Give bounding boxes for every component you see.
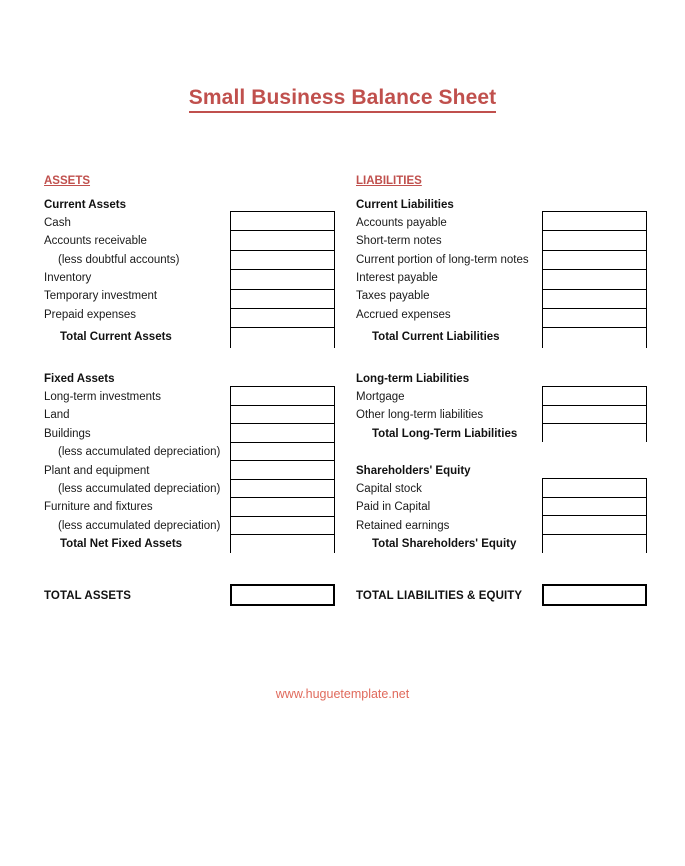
row-label-accounts-payable: Accounts payable — [356, 217, 447, 229]
row-label-capital-stock: Capital stock — [356, 483, 422, 495]
row-label-current-portion-notes: Current portion of long-term notes — [356, 254, 529, 266]
input-total-current-liabilities[interactable] — [543, 328, 646, 349]
row-label-retained-earnings: Retained earnings — [356, 520, 450, 532]
row-label-furniture-and-fixtures: Furniture and fixtures — [44, 501, 153, 513]
row-label-land: Land — [44, 409, 70, 421]
group-heading-current-liabilities: Current Liabilities — [356, 199, 454, 211]
input-temporary-investment[interactable] — [231, 289, 334, 309]
row-label-total-current-assets: Total Current Assets — [60, 331, 172, 343]
input-land[interactable] — [231, 405, 334, 424]
row-label-paid-in-capital: Paid in Capital — [356, 501, 431, 513]
input-furniture-and-fixtures[interactable] — [231, 498, 334, 517]
input-total-assets[interactable] — [230, 584, 335, 606]
row-label-plant-depreciation: (less accumulated depreciation) — [58, 483, 221, 495]
input-less-doubtful-accounts[interactable] — [231, 250, 334, 271]
input-mortgage[interactable] — [543, 387, 646, 406]
row-label-total-shareholders-equity: Total Shareholders' Equity — [372, 538, 517, 550]
footer-url[interactable]: www.huguetemplate.net — [0, 687, 685, 701]
grand-total-label-liabilities-equity: TOTAL LIABILITIES & EQUITY — [356, 590, 523, 602]
input-capital-stock[interactable] — [543, 479, 646, 498]
input-buildings[interactable] — [231, 424, 334, 443]
row-label-buildings: Buildings — [44, 428, 91, 440]
input-buildings-depreciation[interactable] — [231, 442, 334, 461]
balance-sheet-page: Small Business Balance Sheet ASSETS Curr… — [0, 0, 685, 866]
grand-total-label-assets: TOTAL ASSETS — [44, 590, 132, 602]
row-label-interest-payable: Interest payable — [356, 272, 438, 284]
input-accrued-expenses[interactable] — [543, 308, 646, 329]
group-heading-shareholders-equity: Shareholders' Equity — [356, 465, 471, 477]
input-current-portion-notes[interactable] — [543, 250, 646, 271]
row-label-mortgage: Mortgage — [356, 391, 405, 403]
input-stack-long-term-liabilities — [542, 386, 647, 443]
input-prepaid-expenses[interactable] — [231, 308, 334, 329]
group-heading-current-assets: Current Assets — [44, 199, 127, 211]
group-heading-long-term-liabilities: Long-term Liabilities — [356, 373, 470, 385]
input-furniture-depreciation[interactable] — [231, 516, 334, 535]
input-other-long-term-liabilities[interactable] — [543, 405, 646, 424]
input-stack-current-liabilities — [542, 211, 647, 349]
input-accounts-payable[interactable] — [543, 212, 646, 232]
row-label-buildings-depreciation: (less accumulated depreciation) — [58, 446, 221, 458]
input-total-shareholders-equity[interactable] — [543, 534, 646, 554]
row-label-accounts-receivable: Accounts receivable — [44, 235, 147, 247]
input-stack-current-assets — [230, 211, 335, 349]
input-plant-depreciation[interactable] — [231, 479, 334, 498]
input-accounts-receivable[interactable] — [231, 231, 334, 251]
row-label-total-long-term-liabilities: Total Long-Term Liabilities — [372, 428, 518, 440]
row-label-plant-and-equipment: Plant and equipment — [44, 465, 150, 477]
input-plant-and-equipment[interactable] — [231, 461, 334, 480]
row-label-long-term-investments: Long-term investments — [44, 391, 161, 403]
input-stack-shareholders-equity — [542, 478, 647, 554]
input-total-current-assets[interactable] — [231, 328, 334, 349]
row-label-inventory: Inventory — [44, 272, 92, 284]
input-total-net-fixed-assets[interactable] — [231, 535, 334, 554]
row-label-short-term-notes: Short-term notes — [356, 235, 442, 247]
input-stack-fixed-assets — [230, 386, 335, 554]
group-heading-fixed-assets: Fixed Assets — [44, 373, 115, 385]
input-long-term-investments[interactable] — [231, 387, 334, 406]
row-label-accrued-expenses: Accrued expenses — [356, 309, 451, 321]
input-cash[interactable] — [231, 212, 334, 232]
row-label-furniture-depreciation: (less accumulated depreciation) — [58, 520, 221, 532]
liabilities-column: LIABILITIES Current Liabilities Accounts… — [356, 0, 666, 866]
input-total-liabilities-equity[interactable] — [542, 584, 647, 606]
input-inventory[interactable] — [231, 270, 334, 290]
row-label-other-long-term-liabilities: Other long-term liabilities — [356, 409, 484, 421]
row-label-temporary-investment: Temporary investment — [44, 290, 158, 302]
row-label-total-net-fixed-assets: Total Net Fixed Assets — [60, 538, 183, 550]
input-paid-in-capital[interactable] — [543, 497, 646, 516]
input-retained-earnings[interactable] — [543, 516, 646, 535]
row-label-taxes-payable: Taxes payable — [356, 290, 430, 302]
input-taxes-payable[interactable] — [543, 289, 646, 309]
assets-section-title: ASSETS — [44, 175, 91, 187]
assets-column: ASSETS Current Assets Cash Accounts rece… — [44, 0, 354, 866]
row-label-less-doubtful-accounts: (less doubtful accounts) — [58, 254, 180, 266]
row-label-total-current-liabilities: Total Current Liabilities — [372, 331, 500, 343]
row-label-cash: Cash — [44, 217, 71, 229]
row-label-prepaid-expenses: Prepaid expenses — [44, 309, 137, 321]
input-total-long-term-liabilities[interactable] — [543, 424, 646, 443]
liabilities-section-title: LIABILITIES — [356, 175, 422, 187]
input-interest-payable[interactable] — [543, 270, 646, 290]
input-short-term-notes[interactable] — [543, 231, 646, 251]
